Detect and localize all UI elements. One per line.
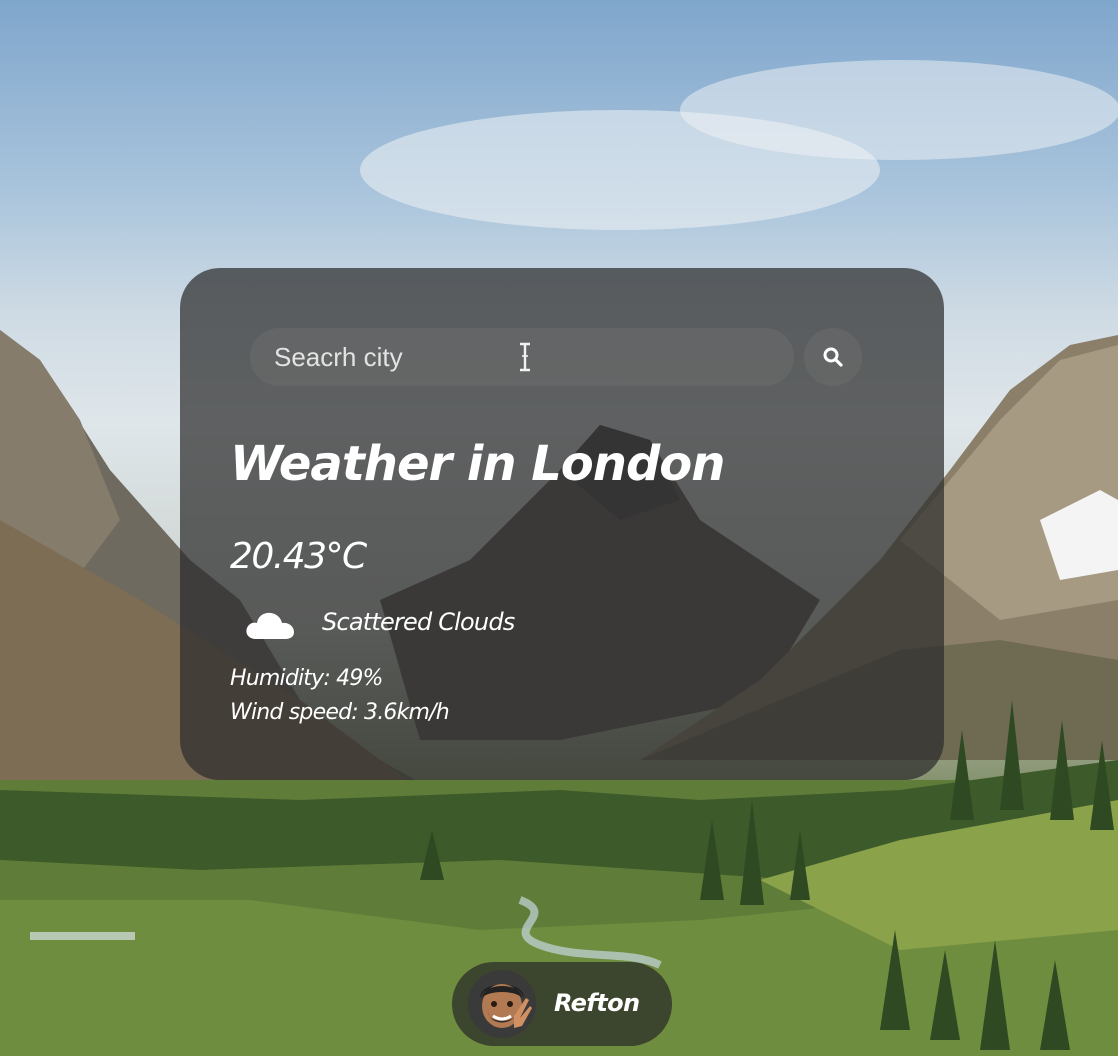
- weather-card: Weather in London 20.43°C Scattered Clou…: [180, 268, 944, 780]
- temperature: 20.43°C: [230, 536, 367, 577]
- humidity: Humidity: 49%: [230, 666, 383, 691]
- memoji-avatar: [468, 970, 536, 1038]
- wind-speed: Wind speed: 3.6km/h: [230, 700, 450, 725]
- search-icon: [823, 347, 843, 367]
- profile-name: Refton: [554, 989, 640, 1017]
- weather-condition: Scattered Clouds: [322, 608, 515, 636]
- search-bar: [250, 328, 864, 386]
- weather-title: Weather in London: [230, 436, 725, 492]
- text-cursor-icon: [520, 342, 530, 372]
- weather-app-page: Weather in London 20.43°C Scattered Clou…: [0, 0, 1118, 1056]
- search-button[interactable]: [804, 328, 862, 386]
- profile-badge[interactable]: Refton: [452, 962, 672, 1046]
- cloud-icon: [246, 612, 294, 639]
